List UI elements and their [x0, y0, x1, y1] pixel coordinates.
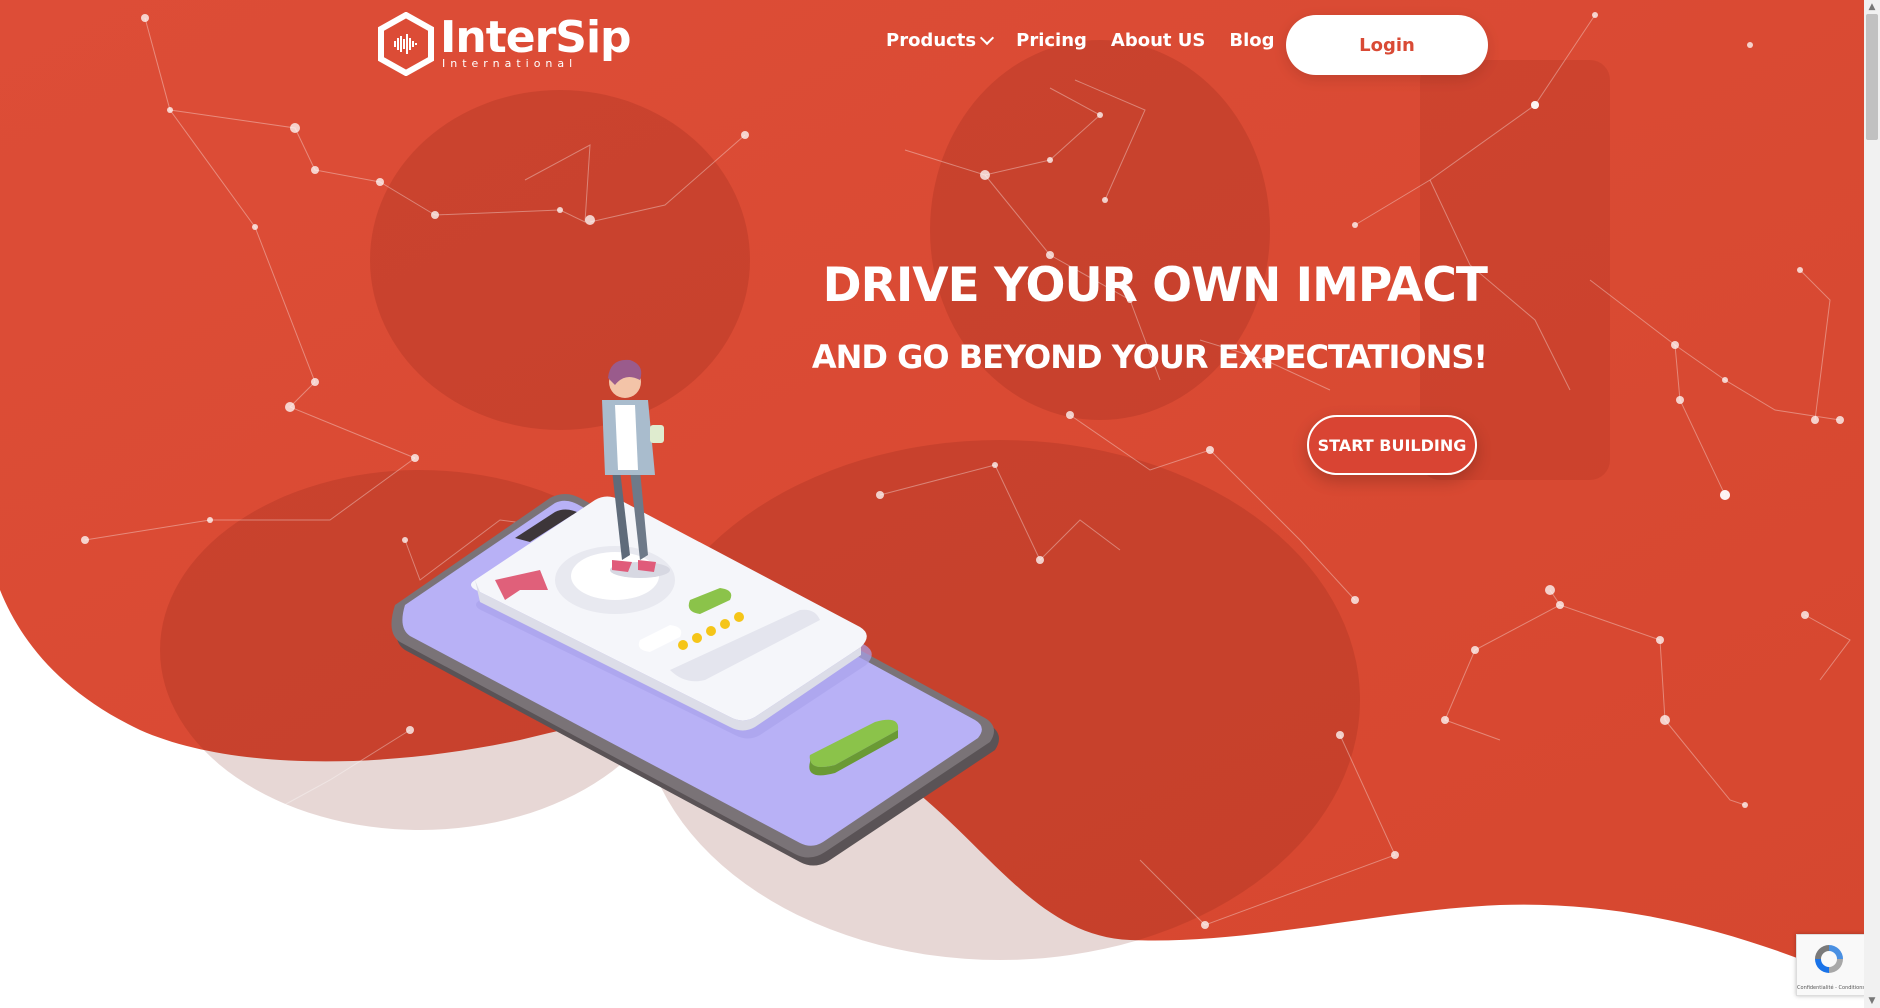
nav-products-label: Products — [886, 30, 977, 51]
hero-subheadline: AND GO BEYOND YOUR EXPECTATIONS! — [811, 338, 1488, 376]
hero-section: InterSip International Products Pricing … — [0, 0, 1864, 1008]
scroll-down-icon[interactable]: ▼ — [1867, 996, 1877, 1006]
main-nav: Products Pricing About US Blog — [886, 30, 1323, 51]
start-building-button[interactable]: START BUILDING — [1307, 415, 1477, 475]
nav-blog[interactable]: Blog — [1229, 30, 1274, 51]
nav-pricing[interactable]: Pricing — [1016, 30, 1087, 51]
recaptcha-badge[interactable]: Confidentialité - Conditions — [1796, 934, 1866, 996]
nav-about-us[interactable]: About US — [1111, 30, 1205, 51]
hero-headline: DRIVE YOUR OWN IMPACT — [822, 258, 1488, 313]
nav-products[interactable]: Products — [886, 30, 995, 51]
intersip-logo[interactable]: InterSip International — [376, 12, 632, 76]
scroll-thumb[interactable] — [1866, 14, 1878, 140]
site-header: InterSip International Products Pricing … — [0, 0, 1864, 90]
hexagon-logo-icon — [378, 12, 434, 76]
page-scrollbar[interactable]: ▲ ▼ — [1864, 0, 1880, 1008]
chevron-down-icon — [980, 30, 995, 46]
scroll-up-icon[interactable]: ▲ — [1867, 2, 1877, 12]
recaptcha-icon — [1815, 945, 1843, 973]
logo-subtitle: International — [442, 57, 578, 70]
logo-text: InterSip — [440, 12, 632, 63]
recaptcha-footer: Confidentialité - Conditions — [1797, 985, 1865, 991]
login-button[interactable]: Login — [1286, 15, 1488, 75]
hero-background — [0, 0, 1864, 985]
